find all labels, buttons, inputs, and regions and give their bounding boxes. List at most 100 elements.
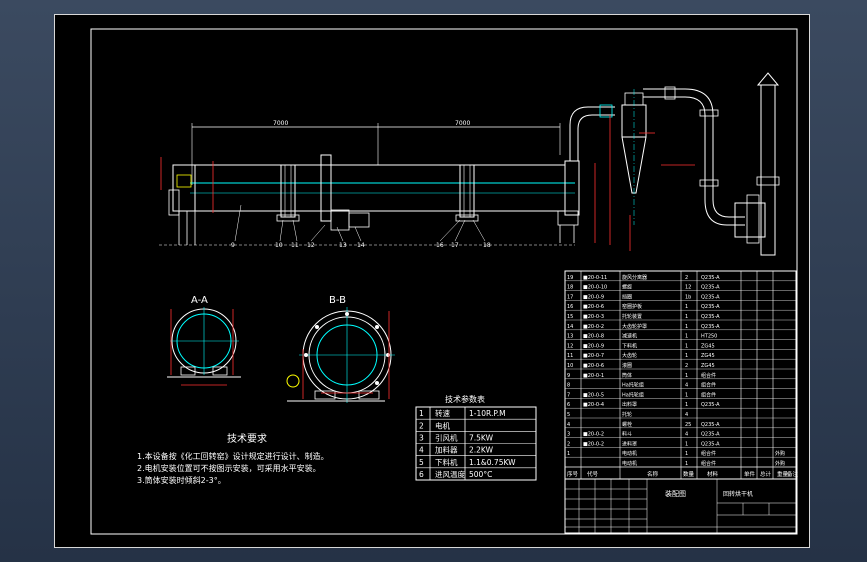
bom-cell: 3 <box>567 432 570 438</box>
cad-drawing: 7000 7000 9 10 11 12 13 14 16 17 18 A-A … <box>90 28 799 535</box>
bom-header-cell: 数量 <box>683 470 695 478</box>
param-cell: 1-10R.P.M <box>469 409 506 418</box>
bom-cell: 挡圈 <box>622 293 632 300</box>
param-cell: 3 <box>419 434 424 443</box>
param-cell: 2 <box>419 421 424 430</box>
bom-cell: ■20-0-3 <box>583 314 604 320</box>
bom-cell: 下料机 <box>622 342 637 349</box>
bom-cell: ■20-0-6 <box>583 363 604 369</box>
parameter-table: 技术参数表 1 转速 1-10R.P.M 2 电机 3 引风机 7.5KW 4 加料器 2.2KW 5… <box>415 394 537 481</box>
bom-cell: ZG45 <box>701 363 715 369</box>
bom-cell: 电动机 <box>622 450 637 457</box>
bom-cell: 5 <box>567 412 570 418</box>
bom-cell: 螺旋 <box>622 284 632 291</box>
bom-header-cell: 序号 <box>567 470 579 478</box>
bom-cell: ■20-0-1 <box>583 373 604 379</box>
param-cell: 下料机 <box>435 457 458 467</box>
bom-cell: 4 <box>567 422 570 428</box>
bom-cell: 12 <box>685 285 691 291</box>
bom-cell: 4 <box>685 383 688 389</box>
bom-cell: 组合件 <box>701 450 716 457</box>
bom-cell: 窑圈护板 <box>622 303 642 310</box>
bom-cell: 进料罩 <box>622 440 637 447</box>
svg-text:18: 18 <box>483 242 491 249</box>
bom-cell: 组合件 <box>701 382 716 389</box>
svg-text:17: 17 <box>451 242 459 249</box>
svg-text:14: 14 <box>357 242 365 249</box>
bom-cell: 电动机 <box>622 460 637 467</box>
bom-cell: Q235-A <box>701 422 720 428</box>
param-cell: 6 <box>419 470 424 479</box>
param-cell: 4 <box>419 446 424 455</box>
bom-cell: 外购 <box>775 450 785 457</box>
bom-cell: 旋风分离器 <box>622 274 647 281</box>
bom-cell: 1 <box>567 451 570 457</box>
bom-cell: Q235-A <box>701 441 720 447</box>
bom-cell: 1 <box>685 392 688 398</box>
bom-cell: 1 <box>685 343 688 349</box>
bom-cell: 4 <box>685 412 688 418</box>
bom-cell: ■20-0-2 <box>583 324 604 330</box>
bom-cell: ■20-0-5 <box>583 392 604 398</box>
bom-cell: 4 <box>685 432 688 438</box>
param-cell: 1.1&0.75KW <box>469 458 516 467</box>
bom-cell: 1 <box>685 451 688 457</box>
section-aa-title: A-A <box>191 295 208 306</box>
bom-cell: 13 <box>567 334 573 340</box>
param-cell: 5 <box>419 458 424 467</box>
bom-header-cell: 单件 <box>744 470 756 478</box>
bom-cell: ■20-0-6 <box>583 304 604 310</box>
technical-requirements: 技术要求 1.本设备按《化工回转窑》设计规定进行设计、制造。 2.电机安装位置可… <box>137 432 329 485</box>
svg-text:16: 16 <box>436 242 444 249</box>
bom-cell: Q235-A <box>701 294 720 300</box>
param-cell: 7.5KW <box>469 434 494 443</box>
svg-text:13: 13 <box>339 242 347 249</box>
bom-cell: 大齿轮护罩 <box>622 323 647 330</box>
cad-viewport[interactable]: 7000 7000 9 10 11 12 13 14 16 17 18 A-A … <box>0 0 867 562</box>
bom-cell: 2 <box>567 441 570 447</box>
param-cell: 转速 <box>435 408 450 418</box>
bom-header-cell: 总计 <box>760 470 772 478</box>
bom-cell: 托轮 <box>622 411 632 418</box>
bom-cell: Q235-A <box>701 285 720 291</box>
bom-cell: ■20-0-9 <box>583 294 604 300</box>
bom-cell: 19 <box>567 275 573 281</box>
bom-cell: 16 <box>567 304 573 310</box>
bom-cell: 7 <box>567 392 570 398</box>
bom-cell: ■20-0-9 <box>583 343 604 349</box>
svg-text:10: 10 <box>275 242 283 249</box>
dim-length-left: 7000 <box>273 120 288 127</box>
bom-cell: 筒体 <box>622 372 632 379</box>
param-cell: 500°C <box>469 470 492 479</box>
tech-req-note-2: 2.电机安装位置可不按图示安装，可采用水平安装。 <box>137 463 321 473</box>
bom-cell: ■20-0-2 <box>583 432 604 438</box>
param-cell: 2.2KW <box>469 446 494 455</box>
bom-cell: 组合件 <box>701 460 716 467</box>
bom-cell: 1 <box>685 461 688 467</box>
drawing-sheet: 7000 7000 9 10 11 12 13 14 16 17 18 A-A … <box>54 14 810 548</box>
bom-cell: HT250 <box>701 334 717 340</box>
bom-cell: 17 <box>567 294 573 300</box>
bom-cell: 滚圈 <box>622 362 632 369</box>
bom-cell: 6 <box>567 402 570 408</box>
bom-cell: 8 <box>567 383 570 389</box>
bom-cell: Q235-A <box>701 304 720 310</box>
bom-cell: ■20-0-10 <box>583 285 607 291</box>
bom-cell: Ha托轮组 <box>622 382 644 389</box>
bom-cell: 1b <box>685 294 691 300</box>
bom-cell: ■20-0-4 <box>583 402 604 408</box>
kiln-elevation: 7000 7000 9 10 11 12 13 14 16 17 18 <box>159 72 780 256</box>
bom-cell: Q235-A <box>701 275 720 281</box>
bom-header-cell: 材料 <box>707 470 719 478</box>
bom-cell: ■20-0-7 <box>583 353 604 359</box>
bom-cell: 18 <box>567 285 573 291</box>
bom-cell: ■20-0-2 <box>583 441 604 447</box>
tech-req-heading: 技术要求 <box>227 432 267 445</box>
param-cell: 1 <box>419 409 424 418</box>
drawing-name: 装配图 <box>665 489 686 498</box>
bom-cell: 外购 <box>775 460 785 467</box>
bom-cell: 1 <box>685 441 688 447</box>
svg-text:9: 9 <box>231 242 235 249</box>
svg-text:11: 11 <box>291 242 299 249</box>
bom-cell: 1 <box>685 314 688 320</box>
